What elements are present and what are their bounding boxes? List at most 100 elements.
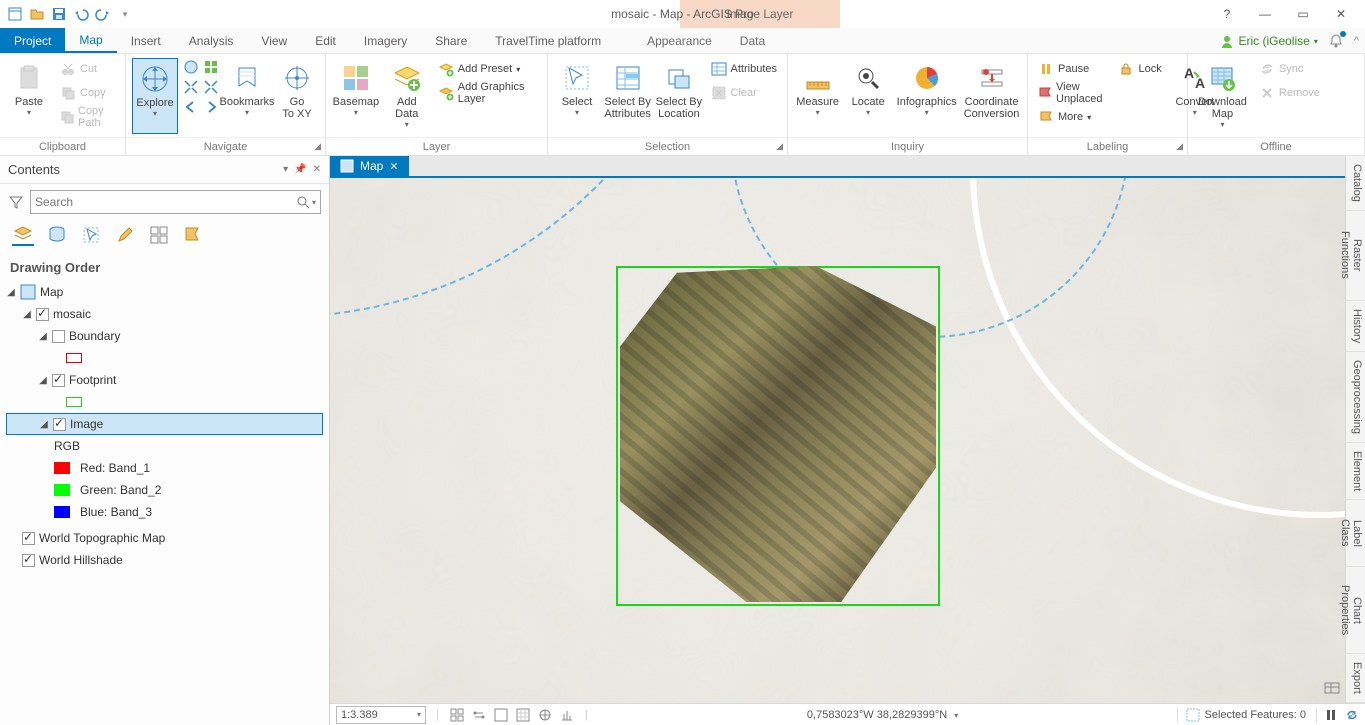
- autohide-icon[interactable]: 📌: [294, 164, 306, 175]
- labeling-launcher-icon[interactable]: ◢: [1176, 141, 1183, 152]
- measure-button[interactable]: Measure▾: [794, 58, 841, 134]
- copy-path-button[interactable]: Copy Path: [56, 106, 119, 128]
- map-node[interactable]: Map: [40, 285, 63, 299]
- pause-drawing-icon[interactable]: [1325, 709, 1337, 721]
- label-class-side-tab[interactable]: Label Class: [1346, 500, 1365, 567]
- redo-icon[interactable]: [94, 5, 112, 23]
- toggle-hillshade-checkbox[interactable]: [22, 554, 35, 567]
- fixed-zoom-out-icon[interactable]: [202, 78, 220, 96]
- prev-extent-icon[interactable]: [182, 98, 200, 116]
- refresh-icon[interactable]: [1345, 708, 1359, 722]
- search-icon[interactable]: [296, 195, 310, 209]
- copy-button[interactable]: Copy: [56, 82, 119, 104]
- tab-view[interactable]: View: [247, 28, 301, 53]
- user-account-button[interactable]: Eric (iGeolise ▾: [1220, 34, 1317, 48]
- list-by-selection-icon[interactable]: [80, 224, 102, 246]
- go-to-xy-button[interactable]: Go To XY: [274, 58, 320, 134]
- tab-traveltime[interactable]: TravelTime platform: [481, 28, 615, 53]
- next-extent-icon[interactable]: [202, 98, 220, 116]
- select-by-attributes-button[interactable]: Select By Attributes: [604, 58, 651, 134]
- close-pane-icon[interactable]: ✕: [313, 164, 321, 175]
- new-project-icon[interactable]: [6, 5, 24, 23]
- inference-status-icon[interactable]: [515, 707, 531, 723]
- full-extent-icon[interactable]: [182, 58, 200, 76]
- pane-options-icon[interactable]: ▾: [283, 164, 288, 175]
- more-labeling-button[interactable]: More ▾: [1034, 106, 1108, 128]
- add-data-button[interactable]: Add Data▾: [384, 58, 430, 134]
- toggle-footprint-checkbox[interactable]: [52, 374, 65, 387]
- paste-button[interactable]: Paste ▾: [6, 58, 52, 134]
- contents-search-box[interactable]: ▾: [30, 190, 321, 214]
- close-map-view-icon[interactable]: ✕: [389, 160, 398, 173]
- zoom-to-selection-icon[interactable]: [182, 78, 200, 96]
- tab-analysis[interactable]: Analysis: [175, 28, 248, 53]
- list-by-drawing-order-icon[interactable]: [12, 224, 34, 246]
- search-input[interactable]: [35, 195, 296, 209]
- add-graphics-layer-button[interactable]: Add Graphics Layer: [434, 82, 541, 104]
- tab-imagery[interactable]: Imagery: [350, 28, 421, 53]
- remove-offline-button[interactable]: Remove: [1255, 82, 1324, 104]
- cut-button[interactable]: Cut: [56, 58, 119, 80]
- map-canvas[interactable]: [330, 178, 1365, 703]
- navigate-launcher-icon[interactable]: ◢: [314, 141, 321, 152]
- view-unplaced-button[interactable]: View Unplaced: [1034, 82, 1108, 104]
- ribbon-collapse-icon[interactable]: ^: [1354, 35, 1359, 47]
- expand-boundary-icon[interactable]: ◢: [38, 331, 48, 342]
- topo-node[interactable]: World Topographic Map: [39, 531, 165, 545]
- bookmarks-button[interactable]: Bookmarks▾: [224, 58, 270, 134]
- tab-edit[interactable]: Edit: [301, 28, 350, 53]
- locate-button[interactable]: Locate▾: [845, 58, 891, 134]
- fixed-zoom-in-icon[interactable]: [202, 58, 220, 76]
- selection-launcher-icon[interactable]: ◢: [776, 141, 783, 152]
- select-button[interactable]: Select▾: [554, 58, 600, 134]
- undo-icon[interactable]: [72, 5, 90, 23]
- basemap-button[interactable]: Basemap▾: [332, 58, 380, 134]
- open-project-icon[interactable]: [28, 5, 46, 23]
- select-by-location-button[interactable]: Select By Location: [655, 58, 702, 134]
- raster-functions-side-tab[interactable]: Raster Functions: [1346, 211, 1365, 301]
- file-tab[interactable]: Project: [0, 28, 65, 53]
- qat-customize-icon[interactable]: ▾: [116, 5, 134, 23]
- grid-status-icon[interactable]: [537, 707, 553, 723]
- toggle-boundary-checkbox[interactable]: [52, 330, 65, 343]
- tab-appearance[interactable]: Appearance: [633, 28, 726, 53]
- save-project-icon[interactable]: [50, 5, 68, 23]
- hillshade-node[interactable]: World Hillshade: [39, 553, 123, 567]
- search-menu-icon[interactable]: ▾: [310, 198, 316, 207]
- tab-insert[interactable]: Insert: [117, 28, 175, 53]
- image-node[interactable]: Image: [70, 417, 103, 431]
- lock-labeling-button[interactable]: Lock: [1114, 58, 1165, 80]
- toggle-mosaic-checkbox[interactable]: [36, 308, 49, 321]
- maximize-icon[interactable]: ▭: [1293, 7, 1313, 21]
- snapping-status-icon[interactable]: [449, 707, 465, 723]
- filter-icon[interactable]: [8, 194, 24, 210]
- list-by-labeling-icon[interactable]: [182, 224, 204, 246]
- help-icon[interactable]: ?: [1217, 7, 1237, 21]
- notifications-icon[interactable]: [1328, 33, 1344, 49]
- sync-button[interactable]: Sync: [1255, 58, 1324, 80]
- element-side-tab[interactable]: Element: [1346, 443, 1365, 500]
- catalog-side-tab[interactable]: Catalog: [1346, 156, 1365, 211]
- pause-labeling-button[interactable]: Pause: [1034, 58, 1108, 80]
- list-by-editing-icon[interactable]: [114, 224, 136, 246]
- dynamic-status-icon[interactable]: [559, 707, 575, 723]
- chart-properties-side-tab[interactable]: Chart Properties: [1346, 567, 1365, 654]
- corrections-status-icon[interactable]: [493, 707, 509, 723]
- list-by-source-icon[interactable]: [46, 224, 68, 246]
- close-icon[interactable]: ✕: [1331, 7, 1351, 21]
- map-options-icon[interactable]: [1323, 679, 1341, 697]
- history-side-tab[interactable]: History: [1346, 301, 1365, 352]
- tab-data[interactable]: Data: [726, 28, 779, 53]
- coordinate-conversion-button[interactable]: Coordinate Conversion: [962, 58, 1021, 134]
- mosaic-node[interactable]: mosaic: [53, 307, 91, 321]
- constraints-status-icon[interactable]: [471, 707, 487, 723]
- clear-selection-button[interactable]: Clear: [707, 82, 781, 104]
- toggle-topo-checkbox[interactable]: [22, 532, 35, 545]
- export-side-tab[interactable]: Export: [1346, 654, 1365, 703]
- add-preset-button[interactable]: Add Preset ▾: [434, 58, 541, 80]
- expand-image-icon[interactable]: ◢: [39, 419, 49, 430]
- selected-features-label[interactable]: Selected Features: 0: [1204, 709, 1306, 721]
- attributes-button[interactable]: Attributes: [707, 58, 781, 80]
- toggle-image-checkbox[interactable]: [53, 418, 66, 431]
- tab-share[interactable]: Share: [421, 28, 481, 53]
